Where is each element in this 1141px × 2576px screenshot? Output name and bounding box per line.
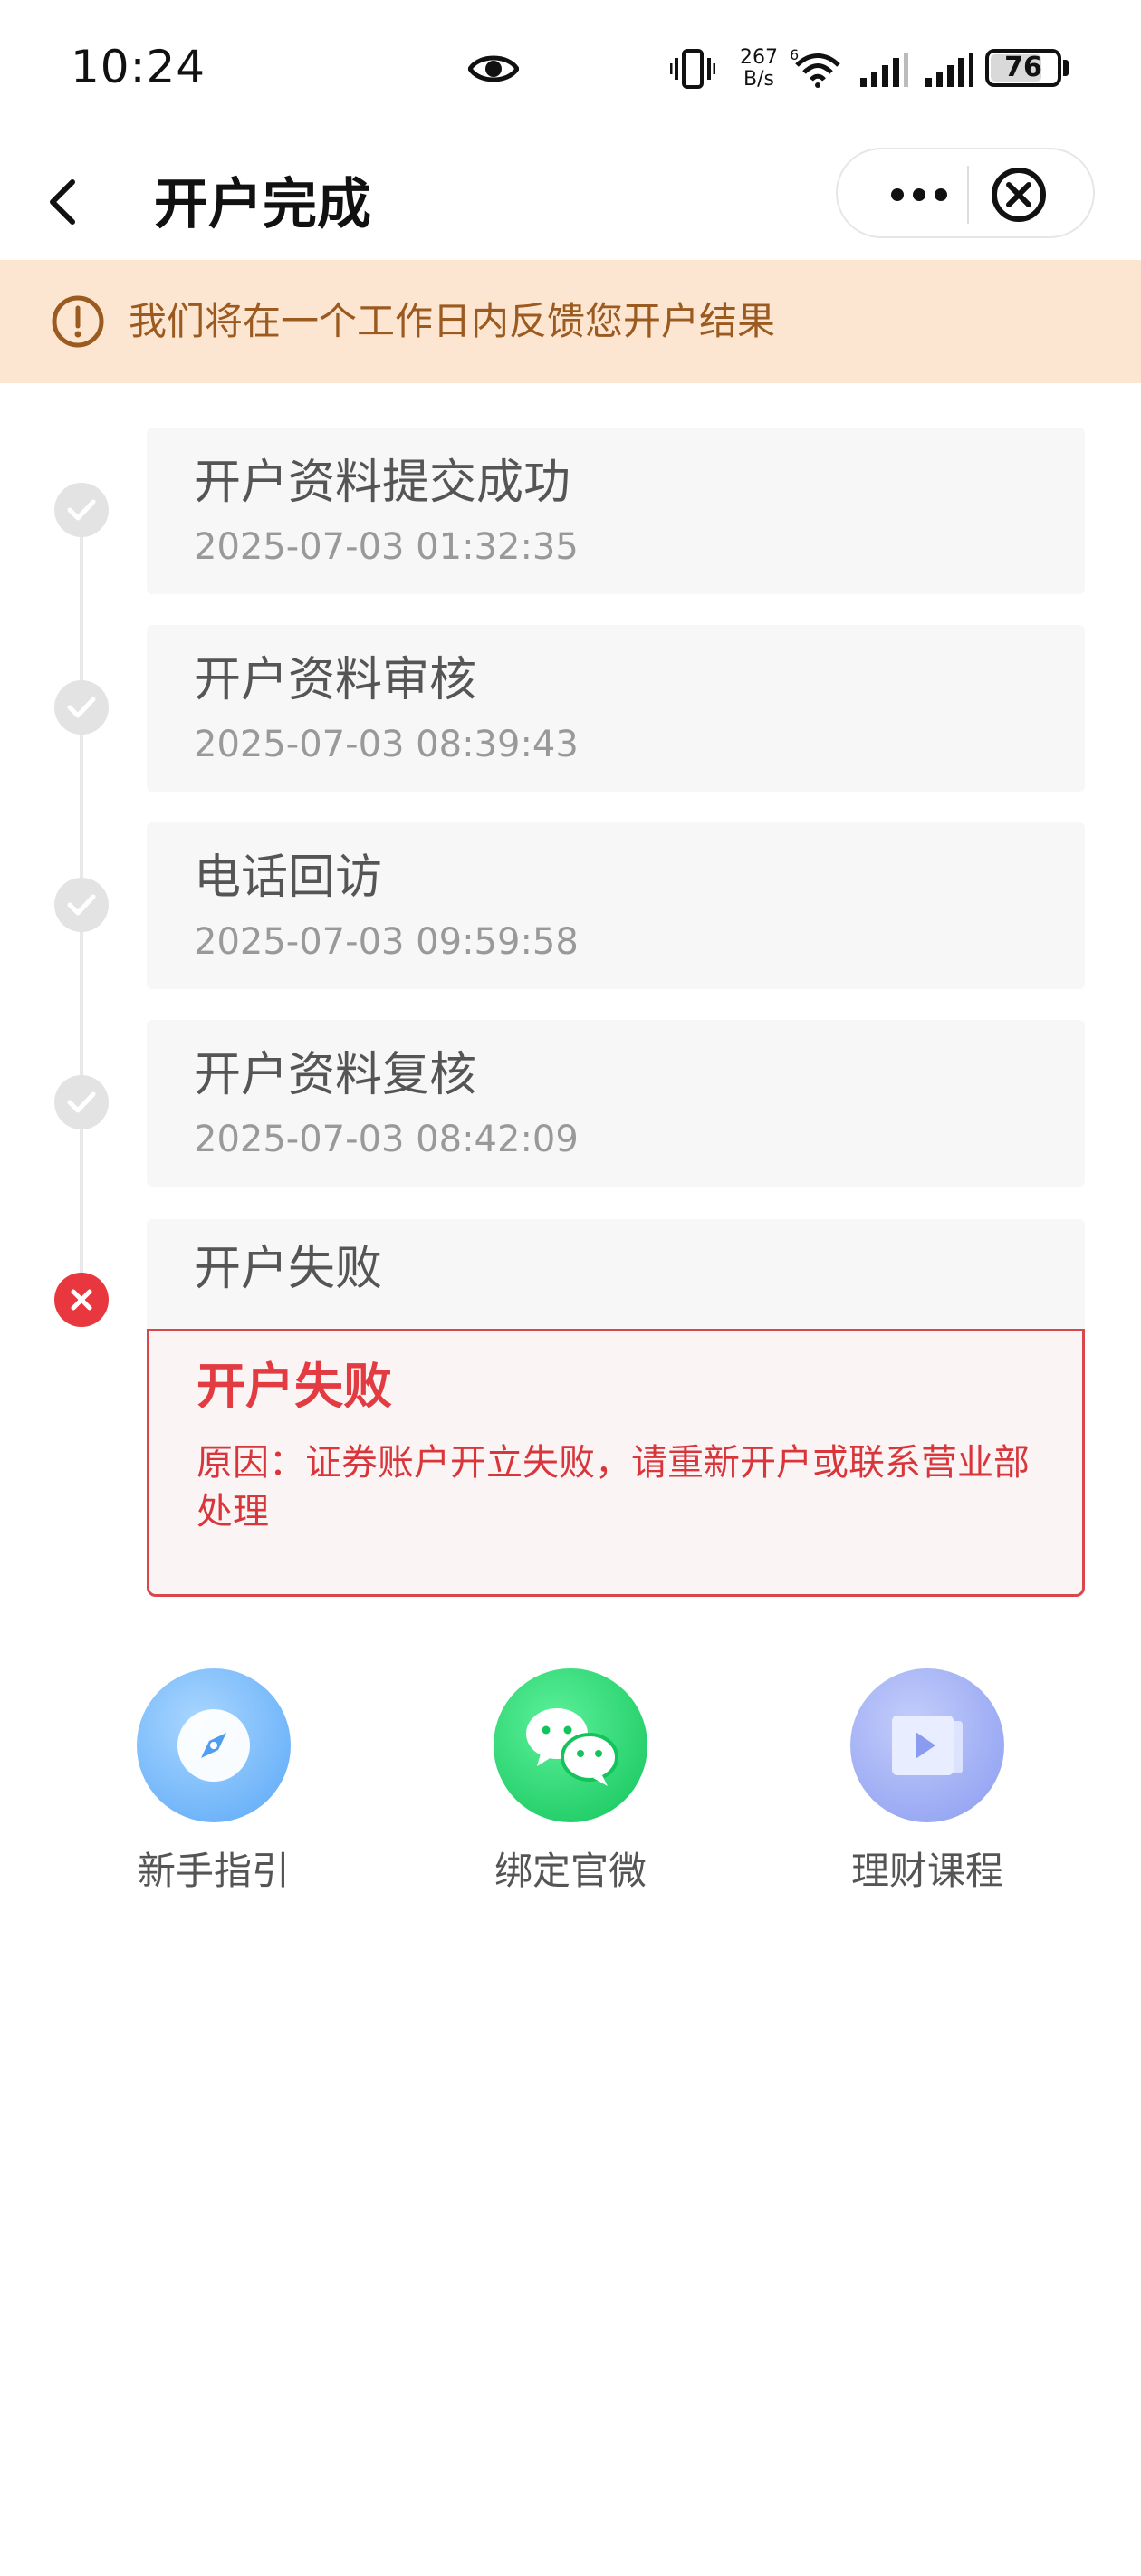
nav-bar: 开户完成	[0, 140, 1141, 260]
video-course-icon	[850, 1668, 1004, 1822]
more-button[interactable]	[883, 172, 955, 217]
more-dots-icon	[891, 188, 947, 201]
mini-program-capsule	[836, 148, 1095, 238]
step-title: 开户资料审核	[194, 653, 477, 707]
status-icons: 267 B/s 6 76	[670, 43, 1069, 98]
battery-level: 76	[1004, 52, 1042, 83]
timeline-step: 开户资料提交成功 2025-07-03 01:32:35	[147, 428, 1085, 594]
shortcut-label: 理财课程	[850, 1849, 1003, 1893]
step-time: 2025-07-03 08:42:09	[194, 1119, 579, 1160]
close-button[interactable]	[987, 163, 1050, 226]
eye-icon	[467, 51, 520, 91]
failure-reason: 原因：证券账户开立失败，请重新开户或联系营业部处理	[197, 1442, 1030, 1533]
shortcut-beginner-guide[interactable]: 新手指引	[96, 1668, 331, 1904]
vibrate-icon	[670, 49, 715, 89]
step-title: 开户资料提交成功	[194, 456, 571, 510]
notice-banner: 我们将在一个工作日内反馈您开户结果	[0, 260, 1141, 383]
back-button[interactable]	[40, 166, 112, 238]
step-title: 电话回访	[194, 851, 383, 905]
check-circle-icon	[54, 680, 109, 735]
step-title: 开户资料复核	[194, 1048, 477, 1102]
capsule-divider	[967, 166, 969, 224]
step-title: 开户失败	[194, 1242, 383, 1296]
failure-title: 开户失败	[197, 1358, 392, 1415]
shortcut-label: 新手指引	[137, 1849, 290, 1893]
notice-text: 我们将在一个工作日内反馈您开户结果	[129, 299, 776, 343]
check-circle-icon	[54, 483, 109, 537]
page-title: 开户完成	[154, 173, 371, 236]
shortcut-label: 绑定官微	[494, 1849, 647, 1893]
error-circle-icon	[54, 1273, 109, 1327]
check-circle-icon	[54, 878, 109, 932]
wifi-icon: 6	[790, 46, 840, 88]
step-time: 2025-07-03 08:39:43	[194, 724, 579, 765]
step-time: 2025-07-03 09:59:58	[194, 921, 579, 963]
check-circle-icon	[54, 1075, 109, 1129]
svg-text:6: 6	[790, 46, 799, 63]
shortcut-bind-wechat[interactable]: 绑定官微	[453, 1668, 688, 1904]
timeline-step-failed: 开户失败	[147, 1219, 1085, 1337]
exclamation-circle-icon	[51, 294, 105, 349]
step-time: 2025-07-03 01:32:35	[194, 526, 579, 568]
shortcut-finance-course[interactable]: 理财课程	[810, 1668, 1045, 1904]
timeline-step: 开户资料审核 2025-07-03 08:39:43	[147, 625, 1085, 792]
wechat-icon	[494, 1668, 647, 1822]
battery-tip	[1063, 60, 1069, 76]
status-bar: 10:24 267 B/s 6 76	[0, 0, 1141, 140]
failure-detail-box: 开户失败 原因：证券账户开立失败，请重新开户或联系营业部处理	[147, 1329, 1085, 1597]
signal-icon	[925, 53, 973, 87]
signal-icon	[860, 53, 908, 87]
battery-icon: 76	[985, 49, 1061, 87]
net-speed: 267 B/s	[732, 47, 786, 91]
timeline-step: 开户资料复核 2025-07-03 08:42:09	[147, 1020, 1085, 1187]
net-speed-unit: B/s	[743, 68, 774, 91]
compass-icon	[137, 1668, 291, 1822]
net-speed-value: 267	[740, 46, 778, 69]
status-time: 10:24	[71, 41, 206, 93]
close-circle-icon	[992, 168, 1046, 222]
chevron-left-icon	[50, 179, 75, 225]
timeline-step: 电话回访 2025-07-03 09:59:58	[147, 822, 1085, 989]
